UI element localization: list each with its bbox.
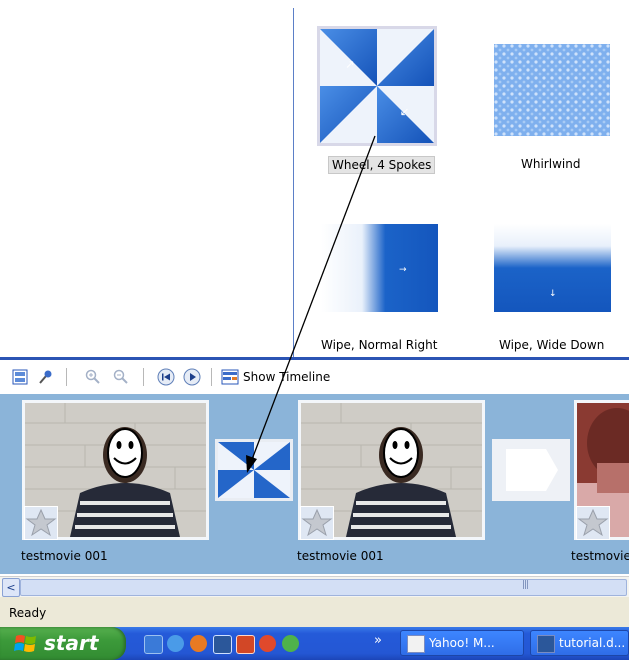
storyboard-transition[interactable] bbox=[215, 439, 293, 501]
toolbar-separator bbox=[211, 368, 212, 386]
taskbar-item-tutorial[interactable]: tutorial.d... bbox=[530, 630, 629, 656]
firefox-icon[interactable] bbox=[190, 635, 207, 652]
media-icon[interactable] bbox=[259, 635, 276, 652]
clip-label: testmovie bbox=[571, 549, 629, 563]
star-icon bbox=[24, 506, 58, 540]
start-label: start bbox=[44, 631, 99, 655]
transition-wipe-wide-down[interactable]: ↓ bbox=[494, 224, 611, 312]
quicklaunch-icon[interactable] bbox=[144, 635, 163, 654]
taskbar-item-yahoo[interactable]: Yahoo! M... bbox=[400, 630, 524, 656]
transition-wheel-4-spokes[interactable]: ↗ ↙ bbox=[317, 26, 437, 146]
taskbar: start » Yahoo! M... tutorial.d... bbox=[0, 627, 629, 660]
transition-label: Wheel, 4 Spokes bbox=[328, 156, 436, 174]
toolbar-separator bbox=[66, 368, 67, 386]
wheel-4-spokes-icon bbox=[218, 442, 290, 498]
status-bar: Ready bbox=[0, 597, 629, 627]
toolbar-separator bbox=[143, 368, 144, 386]
scroll-grip-icon: ||| bbox=[522, 580, 529, 590]
status-text: Ready bbox=[9, 606, 47, 620]
rewind-icon[interactable] bbox=[157, 368, 175, 386]
powerpoint-icon[interactable] bbox=[236, 635, 255, 654]
pane-divider bbox=[293, 8, 294, 358]
transition-label: Whirlwind bbox=[521, 157, 581, 171]
storyboard-clip[interactable] bbox=[298, 400, 485, 540]
storyboard-icon[interactable] bbox=[11, 368, 29, 386]
whirlwind-preview-icon bbox=[494, 44, 610, 136]
quicklaunch-overflow-icon[interactable]: » bbox=[374, 633, 382, 648]
show-timeline-button[interactable]: Show Timeline bbox=[243, 370, 330, 384]
wheel-4-spokes-preview-icon: ↗ ↙ bbox=[320, 29, 434, 143]
transition-wipe-normal-right[interactable]: → bbox=[321, 224, 438, 312]
horizontal-scrollbar[interactable]: < ||| bbox=[0, 576, 629, 597]
wipe-wide-down-preview-icon: ↓ bbox=[494, 224, 611, 312]
messenger-icon[interactable] bbox=[282, 635, 299, 652]
internet-explorer-icon[interactable] bbox=[167, 635, 184, 652]
star-icon bbox=[576, 506, 610, 540]
storyboard: testmovie 001 testmovie 001 testmovie bbox=[0, 394, 629, 574]
transition-label: Wipe, Normal Right bbox=[321, 338, 438, 352]
storyboard-toolbar: Show Timeline bbox=[0, 360, 629, 394]
taskbar-item-label: tutorial.d... bbox=[559, 636, 626, 650]
app-icon bbox=[407, 635, 425, 653]
start-button[interactable]: start bbox=[0, 627, 126, 660]
empty-transition-icon bbox=[506, 449, 558, 491]
zoom-in-icon[interactable] bbox=[84, 368, 102, 386]
transition-whirlwind[interactable] bbox=[494, 44, 610, 136]
scroll-left-button[interactable]: < bbox=[2, 578, 20, 597]
windows-logo-icon bbox=[14, 635, 36, 652]
word-doc-icon bbox=[537, 635, 555, 653]
wipe-normal-right-preview-icon: → bbox=[321, 224, 438, 312]
svg-text:↗: ↗ bbox=[345, 57, 355, 71]
taskbar-item-label: Yahoo! M... bbox=[429, 636, 495, 650]
star-icon bbox=[300, 506, 334, 540]
timeline-icon[interactable] bbox=[221, 368, 239, 386]
scroll-thumb[interactable] bbox=[20, 579, 627, 596]
storyboard-clip[interactable] bbox=[574, 400, 629, 540]
word-icon[interactable] bbox=[213, 635, 232, 654]
svg-text:→: → bbox=[399, 265, 407, 275]
clip-label: testmovie 001 bbox=[297, 549, 384, 563]
transition-label: Wipe, Wide Down bbox=[499, 338, 605, 352]
clip-label: testmovie 001 bbox=[21, 549, 108, 563]
storyboard-transition[interactable] bbox=[492, 439, 570, 501]
svg-text:↙: ↙ bbox=[400, 105, 410, 119]
storyboard-clip[interactable] bbox=[22, 400, 209, 540]
zoom-out-icon[interactable] bbox=[112, 368, 130, 386]
play-icon[interactable] bbox=[183, 368, 201, 386]
narrate-icon[interactable] bbox=[36, 368, 54, 386]
svg-text:↓: ↓ bbox=[549, 289, 557, 299]
